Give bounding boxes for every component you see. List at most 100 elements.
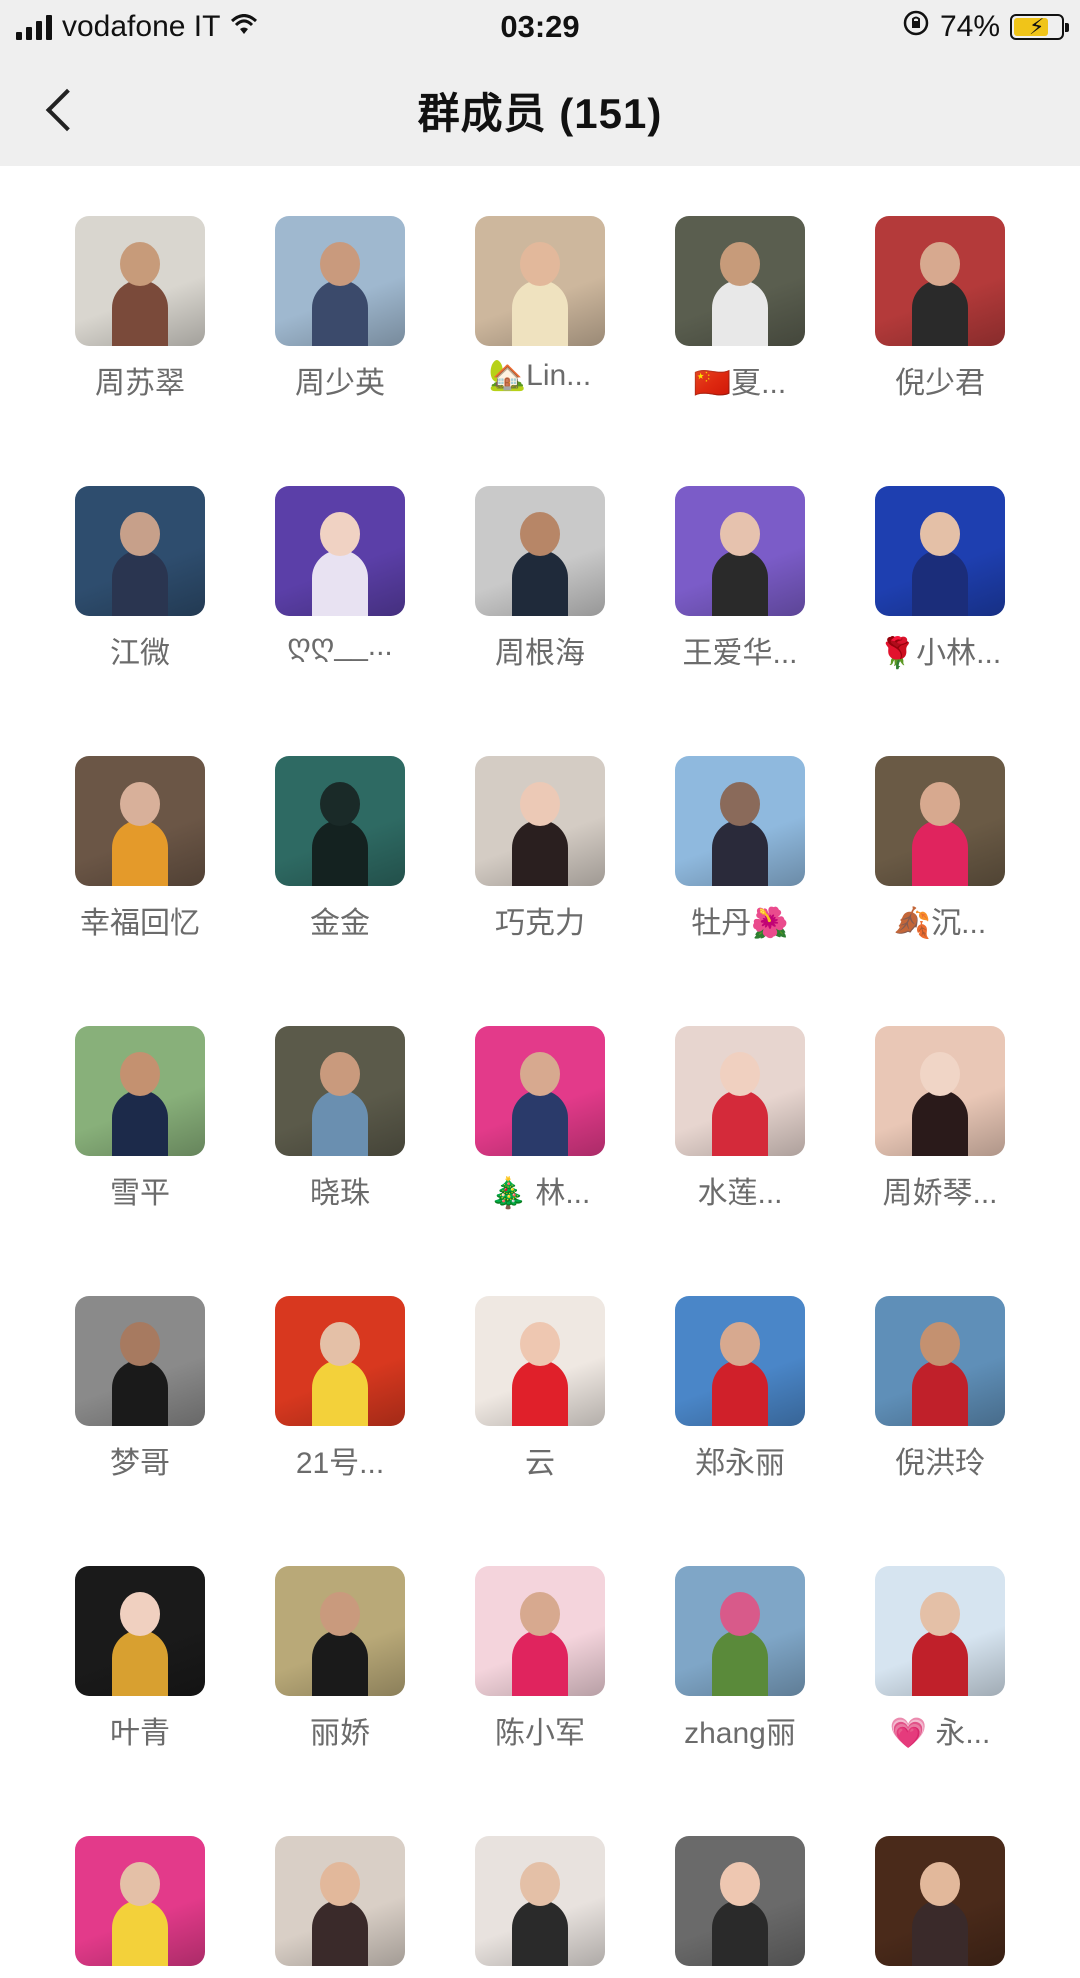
member-name: 陈小军 <box>495 1717 585 1750</box>
member-name: 倪少君 <box>895 367 985 400</box>
member-avatar[interactable] <box>475 1026 605 1156</box>
member-avatar[interactable] <box>275 1566 405 1696</box>
member-avatar[interactable] <box>75 1026 205 1156</box>
member-avatar[interactable] <box>475 756 605 886</box>
member-item[interactable]: 晓珠 <box>240 1026 440 1212</box>
member-avatar[interactable] <box>275 1026 405 1156</box>
member-avatar[interactable] <box>275 486 405 616</box>
member-item[interactable]: 周娇琴... <box>840 1026 1040 1212</box>
member-avatar[interactable] <box>475 486 605 616</box>
member-avatar[interactable] <box>75 756 205 886</box>
member-item[interactable] <box>440 1836 640 1978</box>
member-name: 金金 <box>310 907 370 940</box>
member-name: 云 <box>525 1447 555 1480</box>
member-name: 21号... <box>295 1447 385 1480</box>
member-avatar[interactable] <box>475 1296 605 1426</box>
page-title: 群成员 (151) <box>417 89 663 137</box>
carrier-label: vodafone IT <box>62 10 221 43</box>
member-item[interactable]: 王爱华... <box>640 486 840 672</box>
member-avatar[interactable] <box>875 756 1005 886</box>
member-avatar[interactable] <box>675 486 805 616</box>
member-item[interactable]: 牡丹🌺 <box>640 756 840 942</box>
member-avatar[interactable] <box>875 486 1005 616</box>
member-item[interactable]: 🌹小林... <box>840 486 1040 672</box>
member-name: 晓珠 <box>310 1177 370 1210</box>
member-item[interactable]: 雪平 <box>40 1026 240 1212</box>
member-avatar[interactable] <box>875 1836 1005 1966</box>
member-name: 🏡Lin... <box>488 359 592 392</box>
member-item[interactable]: 周根海 <box>440 486 640 672</box>
member-avatar[interactable] <box>475 1836 605 1966</box>
member-name: 水莲... <box>697 1177 783 1210</box>
member-item[interactable]: 郑永丽 <box>640 1296 840 1482</box>
member-avatar[interactable] <box>875 1296 1005 1426</box>
member-item[interactable]: 金金 <box>240 756 440 942</box>
member-item[interactable] <box>640 1836 840 1978</box>
status-bar: vodafone IT 03:29 74% ⚡ <box>0 0 1080 54</box>
chevron-left-icon[interactable] <box>34 82 90 138</box>
member-avatar[interactable] <box>275 216 405 346</box>
member-item[interactable]: 云 <box>440 1296 640 1482</box>
member-item[interactable]: 🎄 林... <box>440 1026 640 1212</box>
member-name: 王爱华... <box>682 637 798 670</box>
member-avatar[interactable] <box>475 216 605 346</box>
member-name: 巧克力 <box>495 907 585 940</box>
member-item[interactable]: ღღ__... <box>240 486 440 663</box>
member-name: 周根海 <box>495 637 585 670</box>
member-item[interactable]: 幸福回忆 <box>40 756 240 942</box>
member-avatar[interactable] <box>675 1566 805 1696</box>
member-avatar[interactable] <box>675 1836 805 1966</box>
member-avatar[interactable] <box>275 1836 405 1966</box>
member-item[interactable]: 丽娇 <box>240 1566 440 1752</box>
member-item[interactable]: 🍂沉... <box>840 756 1040 942</box>
member-name: 雪平 <box>110 1177 170 1210</box>
member-item[interactable]: 江微 <box>40 486 240 672</box>
member-avatar[interactable] <box>75 1836 205 1966</box>
member-item[interactable]: zhang丽 <box>640 1566 840 1752</box>
member-avatar[interactable] <box>275 1296 405 1426</box>
member-name: 牡丹🌺 <box>691 907 789 940</box>
member-item[interactable]: 周苏翠 <box>40 216 240 402</box>
status-left: vodafone IT <box>16 10 258 44</box>
member-item[interactable]: 水莲... <box>640 1026 840 1212</box>
member-name: 🇨🇳夏... <box>693 367 787 400</box>
member-item[interactable]: 周少英 <box>240 216 440 402</box>
member-item[interactable] <box>40 1836 240 1978</box>
member-item[interactable]: 梦哥 <box>40 1296 240 1482</box>
member-item[interactable]: 倪少君 <box>840 216 1040 402</box>
member-avatar[interactable] <box>275 756 405 886</box>
member-avatar[interactable] <box>875 1566 1005 1696</box>
member-name: 🍂沉... <box>893 907 987 940</box>
member-item[interactable]: 💗 永... <box>840 1566 1040 1752</box>
member-item[interactable]: 巧克力 <box>440 756 640 942</box>
member-item[interactable] <box>240 1836 440 1978</box>
member-name: 叶青 <box>110 1717 170 1750</box>
member-avatar[interactable] <box>675 1026 805 1156</box>
member-item[interactable] <box>840 1836 1040 1978</box>
member-avatar[interactable] <box>75 216 205 346</box>
member-item[interactable]: 叶青 <box>40 1566 240 1752</box>
member-avatar[interactable] <box>875 216 1005 346</box>
member-name: 梦哥 <box>110 1447 170 1480</box>
member-avatar[interactable] <box>675 756 805 886</box>
member-name: 周苏翠 <box>95 367 185 400</box>
member-item[interactable]: 🏡Lin... <box>440 216 640 393</box>
member-avatar[interactable] <box>675 216 805 346</box>
member-item[interactable]: 倪洪玲 <box>840 1296 1040 1482</box>
member-item[interactable]: 🇨🇳夏... <box>640 216 840 402</box>
member-name: 丽娇 <box>310 1717 370 1750</box>
nav-bar: 群成员 (151) <box>0 54 1080 166</box>
member-avatar[interactable] <box>675 1296 805 1426</box>
wifi-icon <box>230 12 258 43</box>
member-item[interactable]: 陈小军 <box>440 1566 640 1752</box>
member-name: ღღ__... <box>287 629 393 662</box>
member-avatar[interactable] <box>75 1566 205 1696</box>
signal-icon <box>16 14 52 40</box>
member-avatar[interactable] <box>75 1296 205 1426</box>
member-avatar[interactable] <box>475 1566 605 1696</box>
member-avatar[interactable] <box>875 1026 1005 1156</box>
member-item[interactable]: 21号... <box>240 1296 440 1482</box>
member-name: 周少英 <box>295 367 385 400</box>
member-avatar[interactable] <box>75 486 205 616</box>
member-name: 郑永丽 <box>695 1447 785 1480</box>
